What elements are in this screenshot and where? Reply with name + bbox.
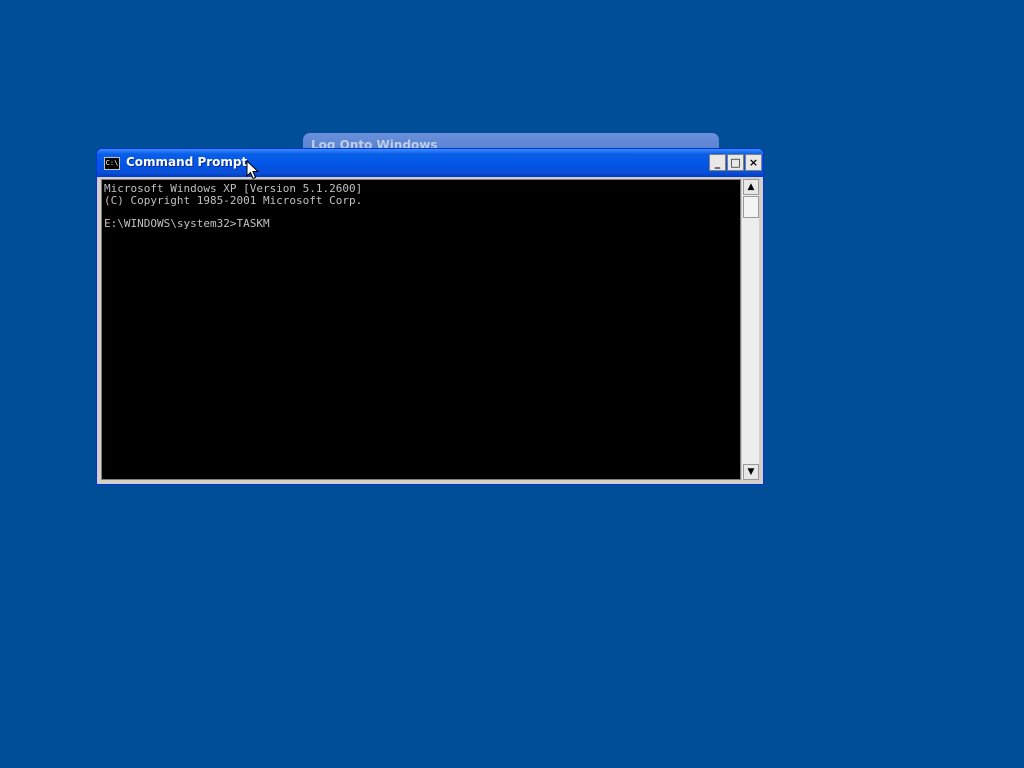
console-line: (C) Copyright 1985-2001 Microsoft Corp. bbox=[104, 194, 363, 207]
maximize-button[interactable]: □ bbox=[727, 154, 744, 171]
console-output[interactable]: Microsoft Windows XP [Version 5.1.2600] … bbox=[101, 179, 741, 480]
cmd-icon[interactable]: C:\ bbox=[104, 157, 120, 170]
command-prompt-window[interactable]: C:\ Command Prompt _ □ × Microsoft Windo… bbox=[96, 148, 764, 485]
console-prompt-line[interactable]: E:\WINDOWS\system32>TASKM bbox=[104, 218, 270, 230]
close-button[interactable]: × bbox=[745, 154, 762, 171]
scroll-thumb[interactable] bbox=[743, 196, 759, 218]
title-bar[interactable]: C:\ Command Prompt _ □ × bbox=[97, 149, 763, 177]
vertical-scrollbar[interactable]: ▲ ▼ bbox=[741, 179, 759, 480]
window-title: Command Prompt bbox=[126, 155, 248, 169]
minimize-button[interactable]: _ bbox=[709, 154, 726, 171]
scroll-down-button[interactable]: ▼ bbox=[743, 464, 759, 480]
scroll-up-button[interactable]: ▲ bbox=[743, 179, 759, 195]
mouse-pointer-icon bbox=[246, 160, 260, 180]
